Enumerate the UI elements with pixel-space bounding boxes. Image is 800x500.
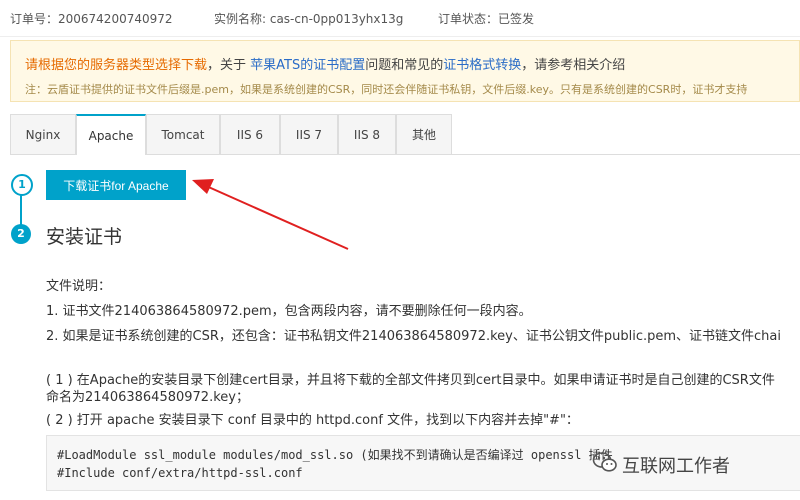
file-description-label: 文件说明： xyxy=(46,279,112,294)
notice-select-hint: 请根据您的服务器类型选择下载 xyxy=(25,58,208,73)
watermark: 互联网工作者 xyxy=(592,452,730,478)
server-type-tabs: Nginx Apache Tomcat IIS 6 IIS 7 IIS 8 其他 xyxy=(10,114,800,155)
notice-line-1: 请根据您的服务器类型选择下载，关于 苹果ATS的证书配置问题和常见的证书格式转换… xyxy=(25,54,625,73)
notice-box: 请根据您的服务器类型选择下载，关于 苹果ATS的证书配置问题和常见的证书格式转换… xyxy=(10,40,800,102)
wechat-icon xyxy=(592,452,617,472)
file-item-2: 2. 如果是证书系统创建的CSR，还包含：证书私钥文件2140638645809… xyxy=(46,329,781,344)
notice-line-2: 注：云盾证书提供的证书文件后缀是.pem，如果是系统创建的CSR，同时还会伴随证… xyxy=(25,83,748,96)
install-certificate-heading: 安装证书 xyxy=(46,226,123,248)
watermark-text: 互联网工作者 xyxy=(622,456,730,477)
order-number: 订单号：200674200740972 xyxy=(10,12,173,26)
tab-other[interactable]: 其他 xyxy=(396,114,452,154)
step-a-text-cont: 命名为214063864580972.key； xyxy=(46,390,249,405)
tab-nginx[interactable]: Nginx xyxy=(10,114,76,154)
cert-format-link[interactable]: 证书格式转换 xyxy=(443,58,521,73)
code-line-2: #Include conf/extra/httpd-ssl.conf xyxy=(57,466,303,480)
file-item-1: 1. 证书文件214063864580972.pem，包含两段内容，请不要删除任… xyxy=(46,304,532,319)
tab-apache[interactable]: Apache xyxy=(76,114,146,155)
tab-iis7[interactable]: IIS 7 xyxy=(280,114,338,154)
red-arrow-annotation xyxy=(192,179,349,250)
notice-text: ，关于 xyxy=(207,58,251,73)
tab-iis8[interactable]: IIS 8 xyxy=(338,114,396,154)
tab-tomcat[interactable]: Tomcat xyxy=(146,114,220,154)
code-line-1: #LoadModule ssl_module modules/mod_ssl.s… xyxy=(57,448,613,462)
step-1-badge: 1 xyxy=(11,174,33,196)
ats-config-link[interactable]: 苹果ATS的证书配置 xyxy=(250,58,365,73)
notice-text: 问题和常见的 xyxy=(365,58,444,73)
tab-iis6[interactable]: IIS 6 xyxy=(220,114,280,154)
step-2-badge: 2 xyxy=(11,224,31,244)
notice-text: ，请参考相关介绍 xyxy=(521,58,626,73)
step-b-text: ( 2 ) 打开 apache 安装目录下 conf 目录中的 httpd.co… xyxy=(46,413,579,428)
download-certificate-button[interactable]: 下载证书for Apache xyxy=(46,170,186,200)
order-info-bar: 订单号：200674200740972 实例名称: cas-cn-0pp013y… xyxy=(0,0,800,37)
instance-name: 实例名称: cas-cn-0pp013yhx13g xyxy=(214,12,404,26)
order-status: 订单状态：已签发 xyxy=(438,12,535,26)
